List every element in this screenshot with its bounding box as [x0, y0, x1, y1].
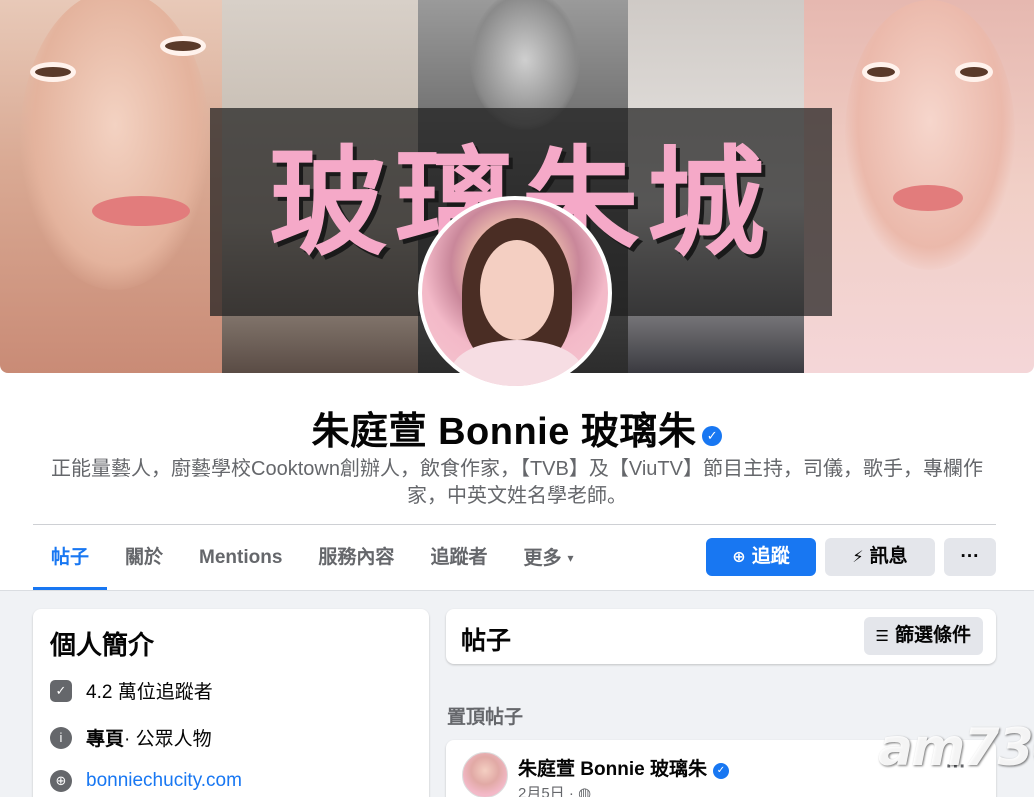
- profile-tabs: 帖子 關於 Mentions 服務內容 追蹤者 更多 ▾: [33, 536, 592, 590]
- cover-face-right: [845, 0, 1015, 270]
- tab-about[interactable]: 關於: [107, 536, 181, 590]
- cover-eye: [30, 62, 76, 82]
- tab-label: Mentions: [199, 547, 283, 568]
- intro-website-row: ⊕ bonniechucity.com: [50, 770, 242, 792]
- tab-label: 追蹤者: [430, 547, 488, 568]
- tab-mentions[interactable]: Mentions: [181, 536, 300, 590]
- globe-icon: ◍: [578, 785, 592, 797]
- page-name-text: 朱庭萱 Bonnie 玻璃朱: [311, 411, 697, 453]
- intro-followers-row: ✓ 4.2 萬位追蹤者: [50, 677, 213, 704]
- tab-label: 關於: [125, 547, 164, 568]
- tab-followers[interactable]: 追蹤者: [412, 536, 505, 590]
- post-author-name[interactable]: 朱庭萱 Bonnie 玻璃朱 ✓: [518, 754, 729, 781]
- filter-button[interactable]: ☰ 篩選條件: [863, 617, 983, 655]
- post-date[interactable]: 2月5日 · ◍: [518, 782, 591, 797]
- tab-services[interactable]: 服務內容: [300, 536, 412, 590]
- page-type-label: 專頁: [86, 729, 125, 750]
- page-tagline: 正能量藝人，廚藝學校Cooktown創辦人，飲食作家，【TVB】及【ViuTV】…: [51, 458, 983, 507]
- tab-more[interactable]: 更多 ▾: [505, 536, 591, 590]
- posts-header-card: 帖子 ☰ 篩選條件: [446, 609, 996, 664]
- tab-label: 帖子: [51, 547, 90, 568]
- cover-lips: [893, 185, 963, 211]
- chevron-down-icon: ▾: [567, 551, 574, 565]
- post-date-text: 2月5日 ·: [518, 785, 579, 797]
- cover-lips: [92, 196, 190, 226]
- page-category: · 公眾人物: [124, 729, 212, 750]
- page-title: 朱庭萱 Bonnie 玻璃朱 ✓: [0, 400, 1034, 455]
- verified-badge-icon: ✓: [702, 426, 723, 446]
- more-options-icon: ···: [960, 546, 980, 567]
- filter-label: 篩選條件: [894, 625, 971, 646]
- tab-posts[interactable]: 帖子: [33, 536, 108, 590]
- filter-sliders-icon: ☰: [875, 628, 889, 645]
- cover-eye: [160, 36, 206, 56]
- follow-icon: ⊕: [732, 549, 746, 566]
- avatar-collar: [452, 340, 582, 386]
- verified-badge-icon: ✓: [712, 763, 729, 779]
- post-author-avatar[interactable]: [462, 752, 508, 797]
- tab-label: 更多: [523, 548, 562, 569]
- profile-picture[interactable]: [418, 196, 612, 390]
- watermark-logo: am730: [878, 718, 1034, 778]
- cover-eye: [862, 62, 900, 82]
- messenger-icon: ⚡: [852, 549, 864, 566]
- pinned-posts-label: 置頂帖子: [447, 707, 524, 728]
- cover-eye: [955, 62, 993, 82]
- avatar-face: [480, 240, 554, 340]
- intro-card: 個人簡介 ✓ 4.2 萬位追蹤者 i 專頁 · 公眾人物 ⊕ bonniechu…: [33, 609, 429, 797]
- follow-check-icon: ✓: [50, 679, 72, 702]
- follow-button[interactable]: ⊕ 追蹤: [706, 538, 816, 576]
- message-label: 訊息: [869, 546, 908, 567]
- intro-page-type-row: i 專頁 · 公眾人物: [50, 724, 212, 751]
- info-icon: i: [50, 726, 72, 749]
- posts-title: 帖子: [461, 627, 512, 655]
- tab-label: 服務內容: [318, 547, 395, 568]
- header-bottom-border: [0, 590, 1034, 591]
- intro-title: 個人簡介: [50, 630, 155, 660]
- globe-icon: ⊕: [50, 770, 72, 792]
- post-author-text: 朱庭萱 Bonnie 玻璃朱: [518, 759, 707, 780]
- follow-label: 追蹤: [751, 546, 790, 567]
- header-divider: [33, 524, 996, 525]
- message-button[interactable]: ⚡ 訊息: [825, 538, 935, 576]
- website-link[interactable]: bonniechucity.com: [86, 770, 242, 792]
- more-options-button[interactable]: ···: [944, 538, 996, 576]
- followers-count: 4.2 萬位追蹤者: [86, 682, 213, 703]
